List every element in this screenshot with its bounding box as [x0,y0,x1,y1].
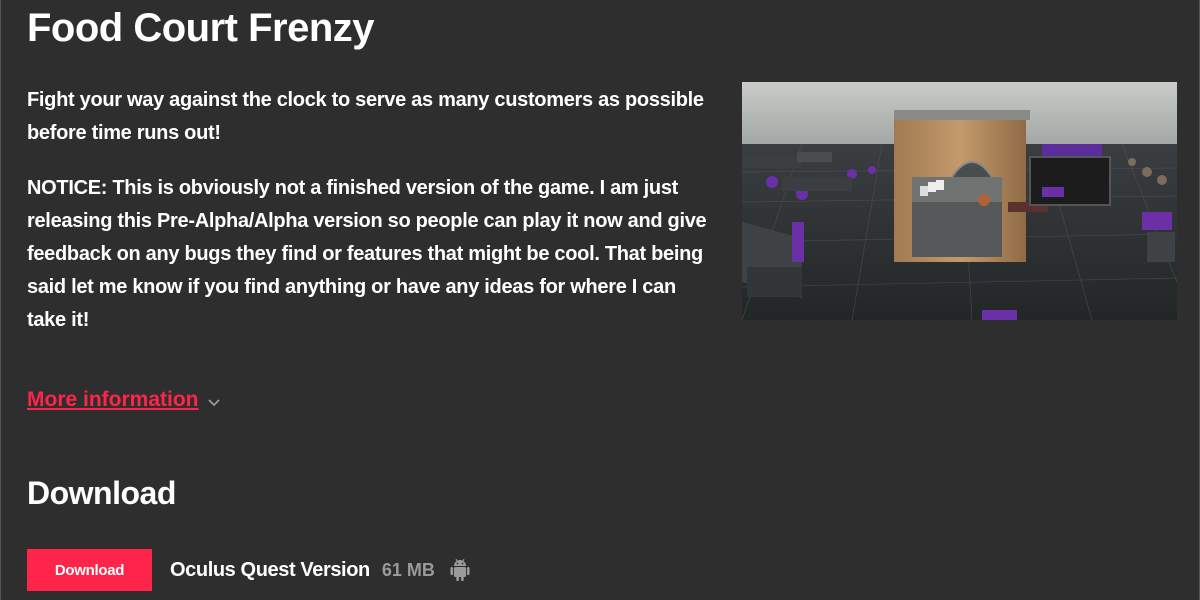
screenshot-image [742,82,1177,320]
more-information-link[interactable]: More information [27,388,199,412]
game-notice: NOTICE: This is obviously not a finished… [27,177,707,331]
page-title: Food Court Frenzy [27,6,375,50]
download-heading: Download [27,475,176,511]
download-button[interactable]: Download [27,549,152,591]
android-icon [450,558,470,581]
file-size: 61 MB [381,559,435,580]
game-tagline: Fight your way against the clock to serv… [27,89,704,144]
file-name: Oculus Quest Version [170,558,370,581]
more-information-toggle[interactable]: More information [27,388,221,412]
download-row: Download Oculus Quest Version 61 MB [27,549,471,591]
game-screenshot [742,82,1177,320]
game-page: Food Court Frenzy Fight your way against… [0,0,1200,600]
chevron-down-icon[interactable] [207,398,221,408]
game-description: Fight your way against the clock to serv… [27,84,717,359]
